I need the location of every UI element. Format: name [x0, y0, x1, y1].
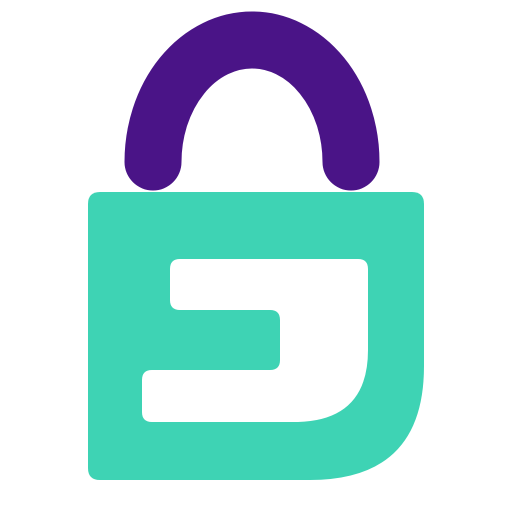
logo-canvas — [0, 0, 512, 512]
padlock-shackle — [124, 11, 380, 191]
padlock-body — [88, 192, 424, 480]
padlock-logo-icon — [88, 11, 424, 480]
